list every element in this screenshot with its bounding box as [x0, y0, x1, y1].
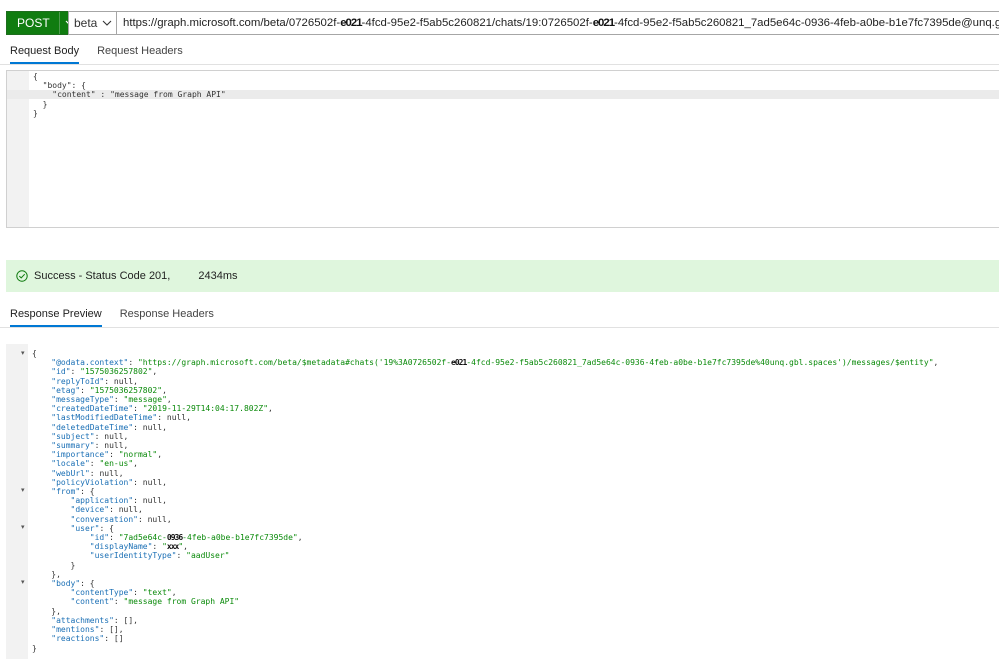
fold-arrow-icon[interactable]: ▾ — [21, 486, 25, 494]
api-version-label: beta — [74, 16, 98, 30]
http-method-label: POST — [7, 12, 59, 34]
json-value: "normal" — [118, 450, 158, 460]
json-key: "body" — [51, 579, 81, 589]
json-key: "summary" — [51, 441, 95, 451]
fold-arrow-icon[interactable]: ▾ — [21, 578, 25, 586]
json-value: "2019-11-29T14:04:17.802Z" — [142, 404, 269, 414]
url-redaction-2: e021 — [592, 17, 615, 29]
response-tabs: Response Preview Response Headers — [10, 308, 232, 327]
json-value: null — [104, 431, 124, 441]
json-redaction: 0936 — [166, 533, 183, 543]
json-redaction: e021 — [451, 358, 467, 368]
json-brace: } — [32, 643, 37, 653]
json-key: "lastModifiedDateTime" — [51, 413, 158, 423]
response-json-code: { "@odata.context": "https://graph.micro… — [32, 349, 939, 653]
json-value: null — [142, 496, 163, 506]
json-value: null — [147, 514, 167, 524]
json-key: "content" — [70, 597, 114, 607]
json-key: "device" — [70, 505, 110, 515]
url-text-part1: https://graph.microsoft.com/beta/0726502… — [123, 17, 341, 29]
json-value: "text" — [142, 588, 172, 598]
tab-response-preview[interactable]: Response Preview — [10, 308, 102, 327]
json-key: "attachments" — [51, 615, 114, 625]
json-value: null — [142, 477, 163, 487]
tabs-divider — [0, 327, 999, 328]
json-key: "importance" — [51, 450, 110, 460]
json-value: null — [99, 468, 119, 478]
tab-request-headers[interactable]: Request Headers — [97, 45, 183, 64]
url-redaction-1: e021 — [340, 17, 362, 29]
json-value: null — [166, 413, 187, 423]
json-value: "message" — [123, 395, 167, 405]
json-value: -4fcd-95e2-f5ab5c260821_7ad5e64c-0936-4f… — [466, 358, 934, 368]
json-key: "conversation" — [70, 514, 138, 524]
json-value: "7ad5e64c- — [118, 533, 167, 543]
request-url-input[interactable]: https://graph.microsoft.com/beta/0726502… — [116, 11, 999, 35]
tab-request-body[interactable]: Request Body — [10, 45, 80, 64]
json-key: "id" — [51, 367, 71, 377]
json-key: "displayName" — [89, 542, 153, 552]
code-line: "body": { — [33, 81, 86, 91]
json-key: "contentType" — [70, 588, 134, 598]
url-text-part3: -4fcd-95e2-f5ab5c260821_7ad5e64c-0936-4f… — [614, 17, 999, 29]
json-value: "1575036257802" — [80, 367, 153, 377]
json-value: "aadUser" — [186, 551, 230, 561]
json-key: "user" — [70, 523, 100, 533]
json-key: "subject" — [51, 431, 95, 441]
tab-response-headers[interactable]: Response Headers — [120, 308, 214, 327]
code-line: } — [33, 108, 38, 118]
json-value: "message from Graph API" — [123, 597, 240, 607]
json-key: "webUrl" — [51, 468, 90, 478]
json-key: "messageType" — [51, 395, 114, 405]
json-brace: { — [32, 349, 37, 358]
response-preview-editor[interactable]: ▾ ▾ ▾ ▾ { "@odata.context": "https://gra… — [6, 344, 999, 659]
json-key: "deletedDateTime" — [51, 422, 134, 432]
request-tabs: Request Body Request Headers — [10, 45, 201, 64]
json-value: null — [142, 422, 163, 432]
json-value: [] — [123, 615, 134, 625]
json-value: "en-us" — [99, 459, 134, 469]
json-value: null — [104, 441, 124, 451]
status-text: Success - Status Code 201, — [34, 270, 171, 282]
code-line: { — [33, 72, 38, 81]
json-key: "mentions" — [51, 625, 100, 635]
json-value: [] — [109, 625, 119, 635]
json-value: null — [118, 505, 138, 515]
json-value: "1575036257802" — [89, 385, 163, 395]
json-value: [] — [113, 634, 124, 644]
json-key: "@odata.context" — [51, 358, 129, 368]
fold-arrow-icon[interactable]: ▾ — [21, 349, 25, 357]
request-body-code: { "body": { "content" : "message from Gr… — [33, 72, 226, 118]
json-value: "https://graph.microsoft.com/beta/$metad… — [137, 358, 452, 368]
request-body-editor[interactable]: { "body": { "content" : "message from Gr… — [6, 70, 999, 228]
json-value: -4feb-a0be-b1e7fc7395de" — [182, 533, 298, 543]
chevron-down-icon — [102, 20, 112, 26]
response-time: 2434ms — [198, 270, 238, 282]
json-key: "userIdentityType" — [89, 551, 177, 561]
json-key: "replyToId" — [51, 376, 105, 386]
json-key: "policyViolation" — [51, 477, 134, 487]
code-line: } — [33, 99, 48, 109]
fold-arrow-icon[interactable]: ▾ — [21, 523, 25, 531]
json-key: "locale" — [51, 459, 90, 469]
json-key: "reactions" — [51, 634, 105, 644]
json-key: "id" — [89, 533, 110, 543]
url-text-part2: -4fcd-95e2-f5ab5c260821/chats/19:0726502… — [361, 17, 593, 29]
tabs-divider — [0, 64, 999, 65]
editor-gutter: ▾ ▾ ▾ ▾ — [6, 344, 28, 659]
check-circle-icon — [16, 270, 28, 282]
json-key: "createdDateTime" — [51, 404, 134, 414]
json-key: "from" — [51, 487, 81, 497]
request-toolbar: POST beta https://graph.microsoft.com/be… — [0, 0, 999, 42]
json-value: null — [113, 376, 134, 386]
code-line: "content" : "message from Graph API" — [33, 90, 226, 100]
api-version-dropdown[interactable]: beta — [68, 11, 118, 35]
json-redaction: xxx — [166, 542, 179, 552]
json-key: "etag" — [51, 385, 81, 395]
status-bar: Success - Status Code 201, 2434ms — [6, 260, 999, 292]
json-key: "application" — [70, 496, 134, 506]
